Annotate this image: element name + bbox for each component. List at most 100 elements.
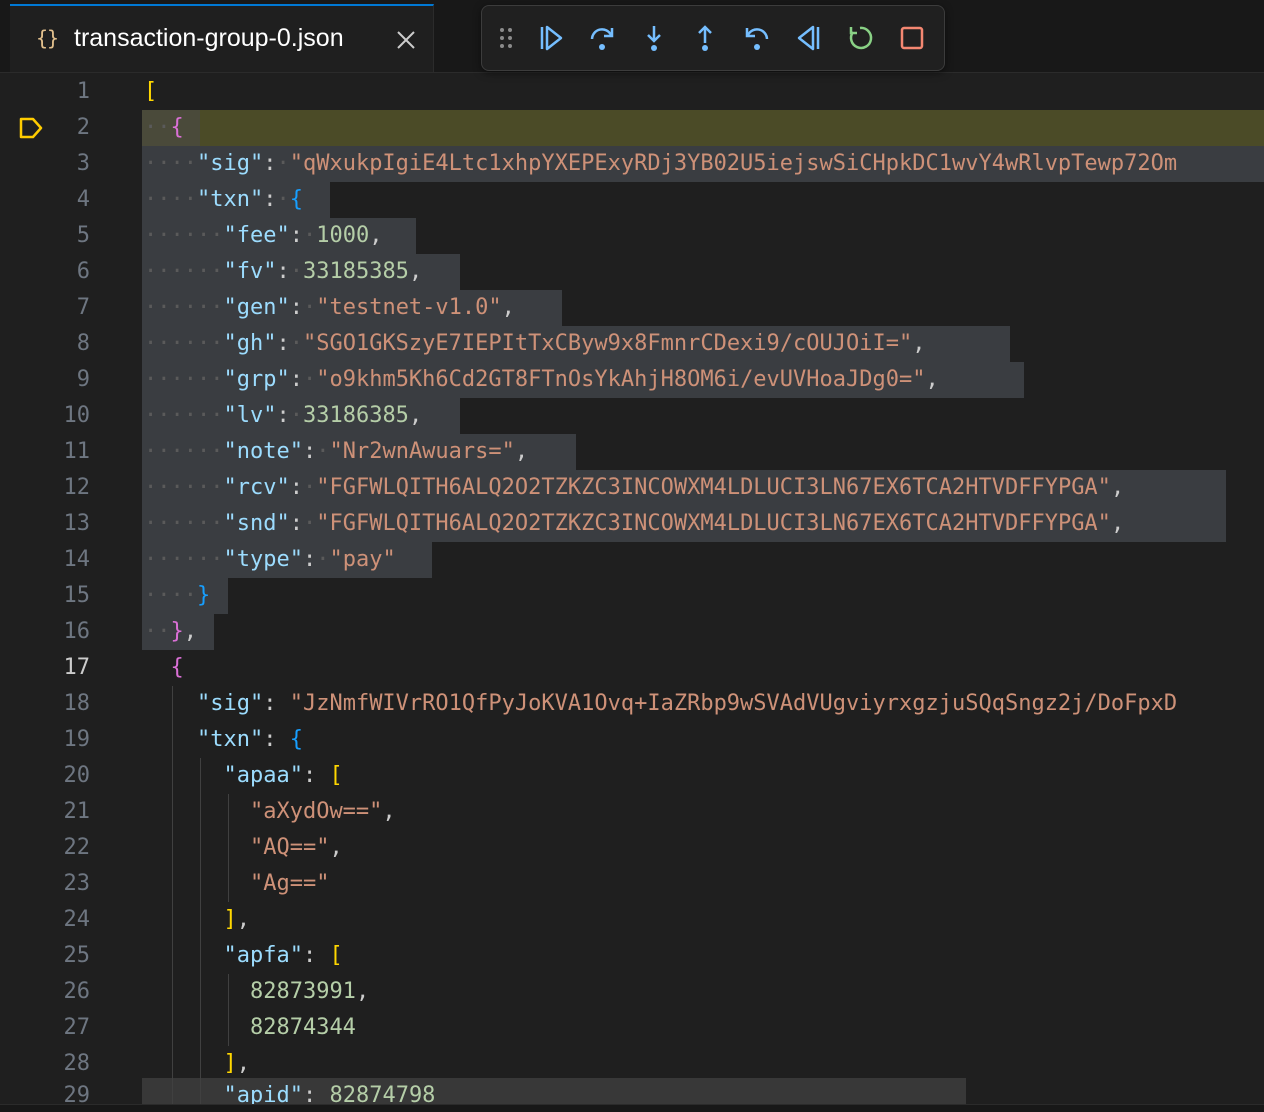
json-number: 82873991 <box>249 979 356 1004</box>
step-back-icon[interactable] <box>740 21 774 55</box>
line-number: 22 <box>63 835 91 860</box>
array-open-bracket: [ <box>329 763 343 788</box>
json-key: "gen" <box>223 295 290 320</box>
json-number: 33185385 <box>302 259 409 284</box>
code-line: 21 "aXydOw==", <box>0 794 1264 830</box>
code-line: 22 "AQ==", <box>0 830 1264 866</box>
code-line: 27 82874344 <box>0 1010 1264 1046</box>
code-line: 25 "apfa": [ <box>0 938 1264 974</box>
close-icon[interactable] <box>394 28 418 52</box>
code-line: 16 ··}, <box>0 614 1264 650</box>
drag-handle-icon[interactable] <box>496 21 516 55</box>
line-number: 6 <box>76 259 90 284</box>
line-number: 21 <box>63 799 91 824</box>
step-into-icon[interactable] <box>637 21 671 55</box>
json-braces-icon: {} <box>36 26 59 50</box>
code-line: 10 ······"lv":·33186385, <box>0 398 1264 434</box>
object-open-brace: { <box>170 655 184 680</box>
json-key: "rcv" <box>223 475 290 500</box>
code-line: 6 ······"fv":·33185385, <box>0 254 1264 290</box>
code-line: 15 ····} <box>0 578 1264 614</box>
code-line: 3 ····"sig":·"qWxukpIgiE4Ltc1xhpYXEPExyR… <box>0 146 1264 182</box>
object-close-brace: } <box>196 583 211 608</box>
json-key: "type" <box>223 547 303 572</box>
json-string: "SGO1GKSzyE7IEPItTxCByw9x8FmnrCDexi9/cOU… <box>302 331 913 356</box>
json-string: "AQ==" <box>249 835 330 860</box>
line-number: 15 <box>63 583 91 608</box>
json-key: "lv" <box>223 403 277 428</box>
json-number: 82874798 <box>329 1083 436 1104</box>
line-number: 28 <box>63 1051 91 1076</box>
line-number: 2 <box>76 115 90 140</box>
step-out-icon[interactable] <box>688 21 722 55</box>
tab-transaction-group-0-json[interactable]: {} transaction-group-0.json <box>10 4 434 72</box>
json-key: "gh" <box>223 331 277 356</box>
json-string: "testnet-v1.0" <box>316 295 502 320</box>
object-open-brace: { <box>170 115 184 140</box>
json-string: "pay" <box>329 547 396 572</box>
array-open-bracket: [ <box>329 943 343 968</box>
code-line: 23 "Ag==" <box>0 866 1264 902</box>
json-key: "txn" <box>196 187 264 212</box>
reverse-icon[interactable] <box>792 21 826 55</box>
code-line: 11 ······"note":·"Nr2wnAwuars=", <box>0 434 1264 470</box>
line-number: 23 <box>63 871 91 896</box>
json-key: "note" <box>223 439 303 464</box>
code-line: 12 ······"rcv":·"FGFWLQITH6ALQ2O2TZKZC3I… <box>0 470 1264 506</box>
json-key: "apaa" <box>223 763 303 788</box>
code-line: 7 ······"gen":·"testnet-v1.0", <box>0 290 1264 326</box>
json-key: "txn" <box>196 727 264 752</box>
line-number: 29 <box>63 1083 91 1104</box>
line-number: 19 <box>63 727 91 752</box>
stop-icon[interactable] <box>895 21 929 55</box>
object-open-brace: { <box>289 727 303 752</box>
json-key: "fee" <box>223 223 290 248</box>
line-number: 1 <box>76 79 90 104</box>
code-line: 20 "apaa": [ <box>0 758 1264 794</box>
line-number: 24 <box>63 907 91 932</box>
json-string: "FGFWLQITH6ALQ2O2TZKZC3INCOWXM4LDLUCI3LN… <box>316 511 1111 536</box>
code-line: 8 ······"gh":·"SGO1GKSzyE7IEPItTxCByw9x8… <box>0 326 1264 362</box>
json-string: "FGFWLQITH6ALQ2O2TZKZC3INCOWXM4LDLUCI3LN… <box>316 475 1111 500</box>
line-number: 11 <box>63 439 91 464</box>
code-line: 24 ], <box>0 902 1264 938</box>
array-close-bracket: ] <box>223 907 237 932</box>
code-line: 19 "txn": { <box>0 722 1264 758</box>
json-string: "Ag==" <box>249 871 330 896</box>
code-line: 17 { <box>0 650 1264 686</box>
step-over-icon[interactable] <box>585 21 619 55</box>
line-number: 16 <box>63 619 91 644</box>
json-key: "fv" <box>223 259 277 284</box>
code-editor[interactable]: 1 [ 2 ··{ 3 ····"sig":·"qWxukpIgiE4Ltc1x… <box>0 72 1264 1104</box>
line-number: 10 <box>63 403 91 428</box>
json-number: 82874344 <box>249 1015 356 1040</box>
json-key: "grp" <box>223 367 290 392</box>
code-line: 14 ······"type":·"pay" <box>0 542 1264 578</box>
json-key: "snd" <box>223 511 290 536</box>
json-string: "Nr2wnAwuars=" <box>329 439 515 464</box>
code-line: 5 ······"fee":·1000, <box>0 218 1264 254</box>
json-key: "sig" <box>196 691 264 716</box>
restart-icon[interactable] <box>843 21 877 55</box>
json-string: "JzNmfWIVrRO1QfPyJoKVA1Ovq+IaZRbp9wSVAdV… <box>289 691 1178 716</box>
code-line: 9 ······"grp":·"o9khm5Kh6Cd2GT8FTnOsYkAh… <box>0 362 1264 398</box>
code-line: 2 ··{ <box>0 110 1264 146</box>
code-line: 18 "sig": "JzNmfWIVrRO1QfPyJoKVA1Ovq+IaZ… <box>0 686 1264 722</box>
line-number: 27 <box>63 1015 91 1040</box>
object-open-brace: { <box>289 187 303 212</box>
json-number: 33186385 <box>302 403 409 428</box>
code-line: 28 ], <box>0 1046 1264 1082</box>
line-number: 18 <box>63 691 91 716</box>
json-number: 1000 <box>316 223 370 248</box>
tab-label: transaction-group-0.json <box>74 24 344 52</box>
code-line: 13 ······"snd":·"FGFWLQITH6ALQ2O2TZKZC3I… <box>0 506 1264 542</box>
line-number: 25 <box>63 943 91 968</box>
continue-icon[interactable] <box>534 21 568 55</box>
json-key: "sig" <box>196 151 264 176</box>
json-string: "aXydOw==" <box>249 799 383 824</box>
line-number: 5 <box>76 223 90 248</box>
json-string: "o9khm5Kh6Cd2GT8FTnOsYkAhjH8OM6i/evUVHoa… <box>316 367 926 392</box>
line-number: 7 <box>76 295 90 320</box>
json-string: "qWxukpIgiE4Ltc1xhpYXEPExyRDj3YB02U5iejs… <box>289 151 1178 176</box>
line-number: 4 <box>76 187 90 212</box>
